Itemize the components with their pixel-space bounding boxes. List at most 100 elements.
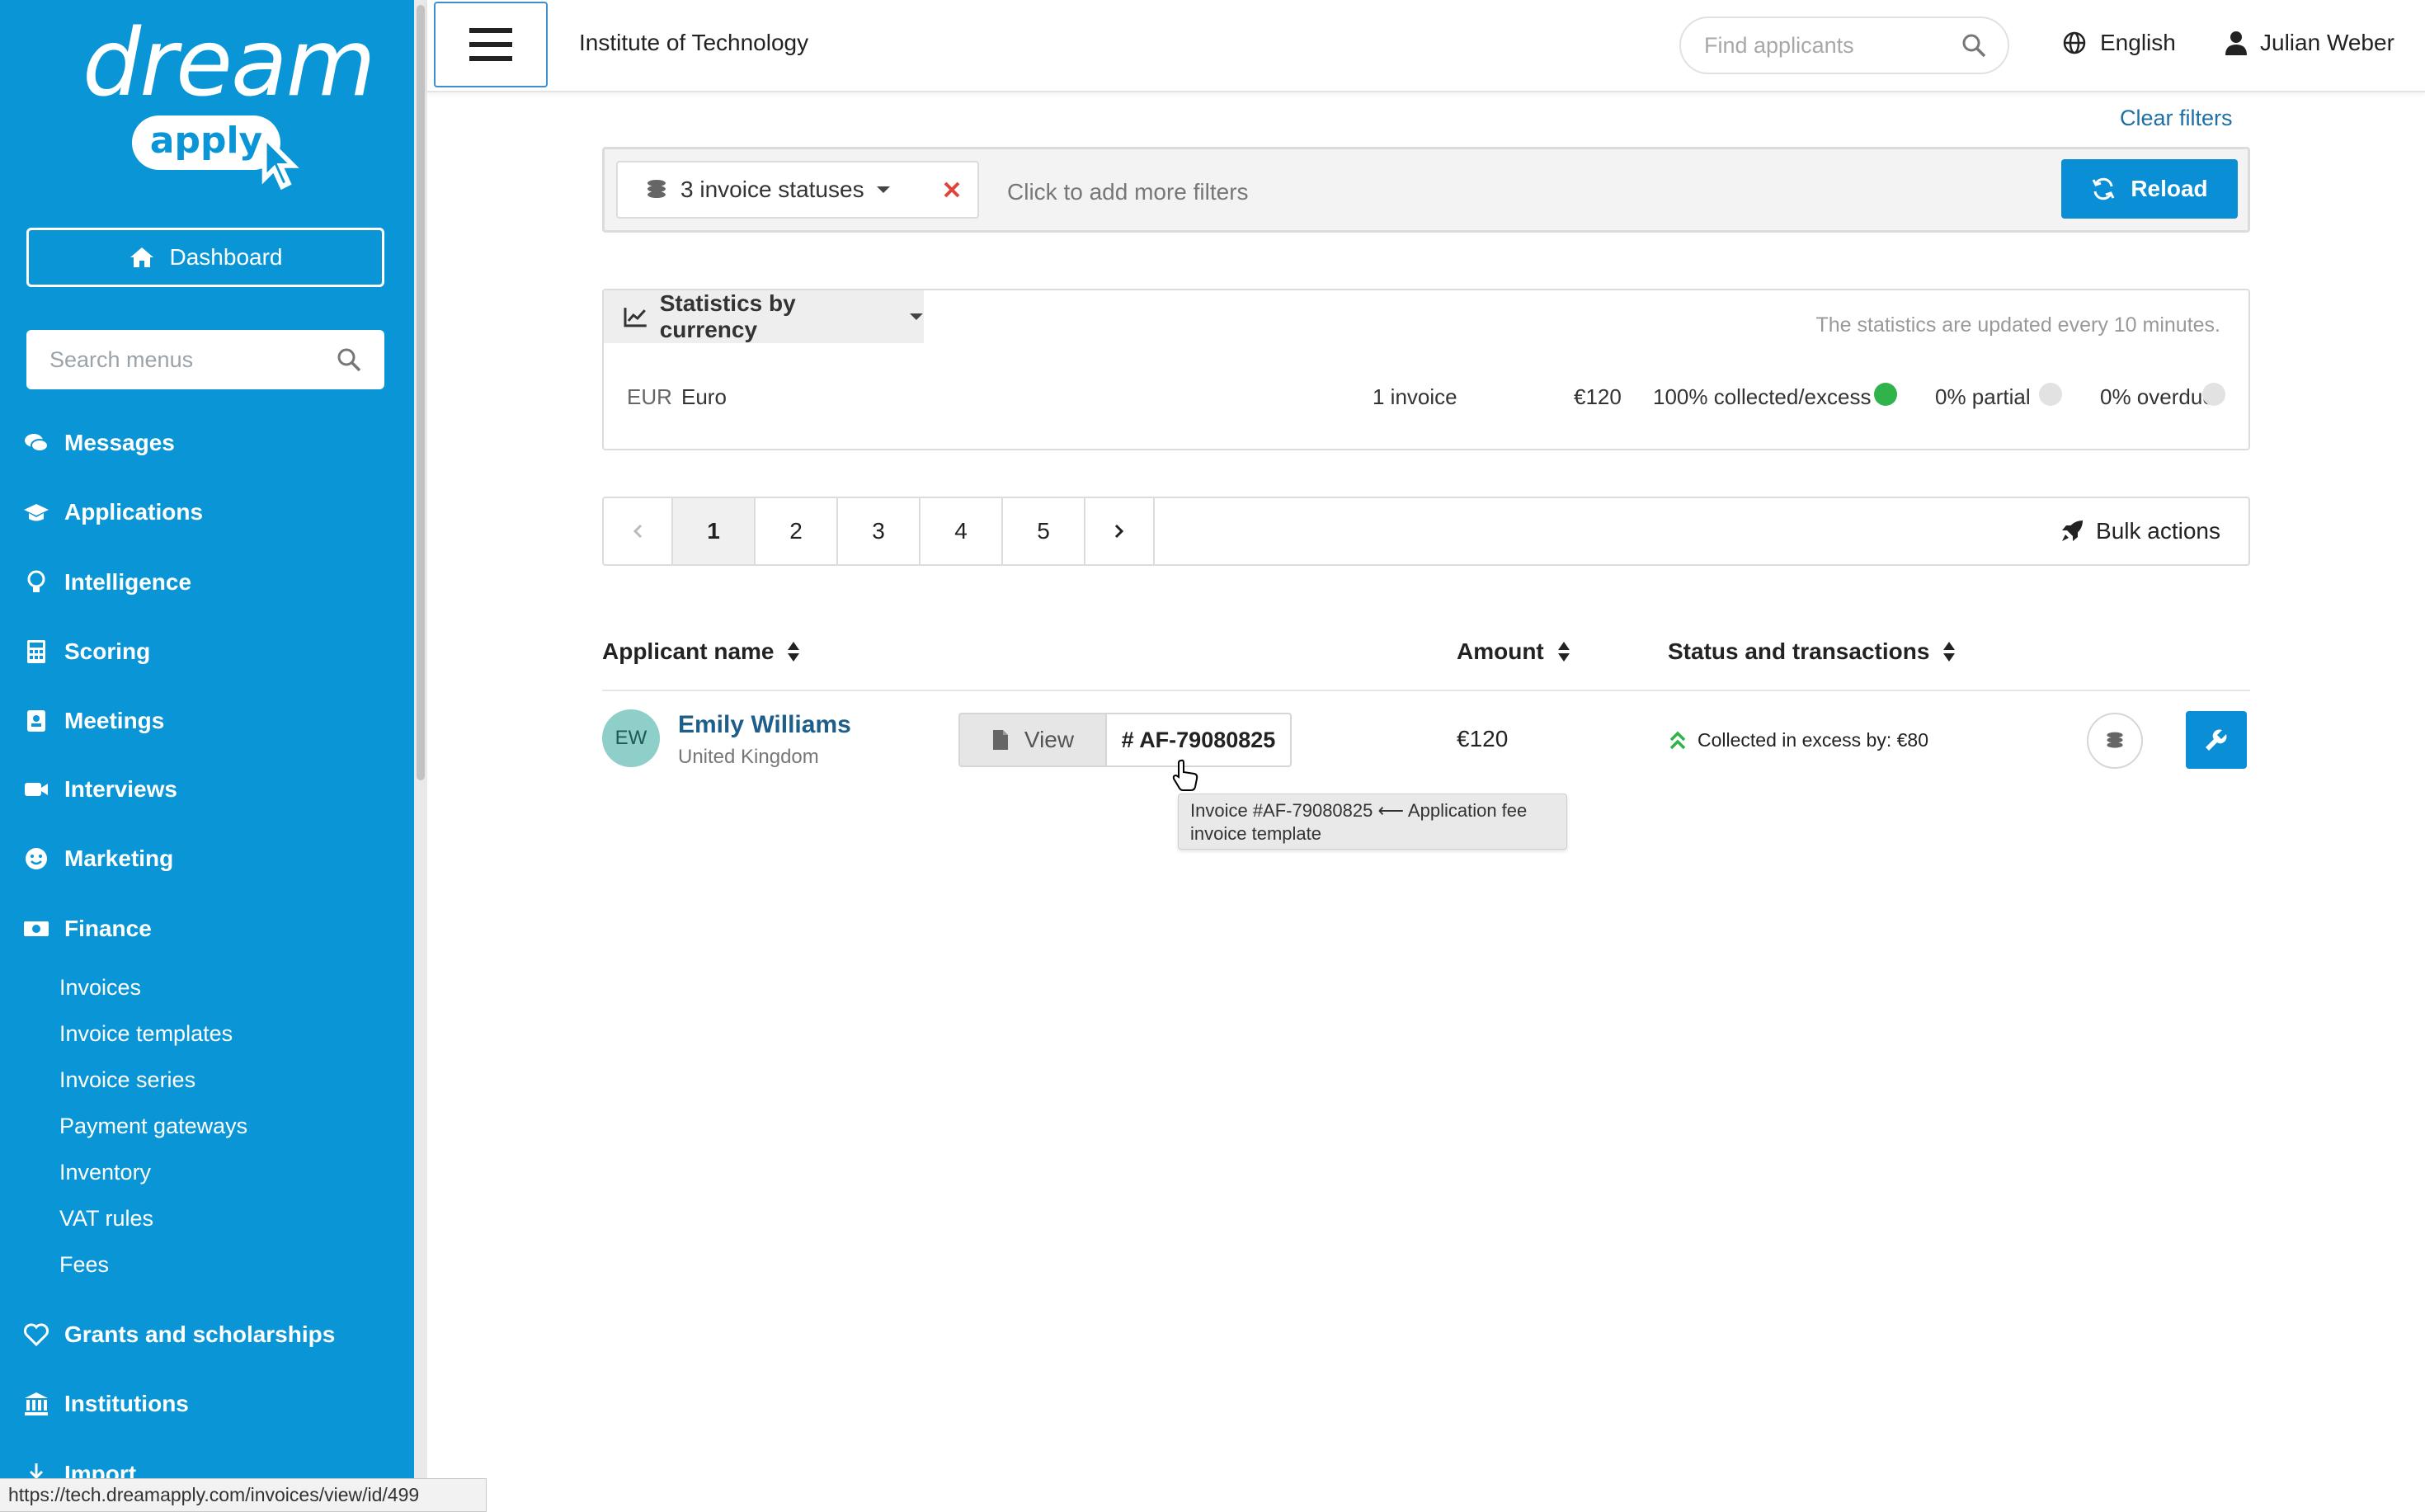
sidebar-item-interviews[interactable]: Interviews: [23, 770, 177, 809]
dashboard-label: Dashboard: [169, 244, 283, 270]
add-filter-input[interactable]: Click to add more filters: [1007, 179, 1249, 205]
sidebar-item-marketing[interactable]: Marketing: [23, 839, 173, 878]
sidebar-item-applications[interactable]: Applications: [23, 492, 203, 532]
pagination-bar: 1 2 3 4 5 Bulk actions: [602, 497, 2250, 566]
sidebar-item-grants[interactable]: Grants and scholarships: [23, 1315, 335, 1354]
double-chevron-up-icon: [1669, 731, 1686, 749]
user-menu[interactable]: Julian Weber: [2225, 30, 2394, 56]
overdue-percent: 0% overdue: [2100, 384, 2215, 409]
pointer-cursor-icon: [1172, 759, 1198, 791]
collected-status-dot: [1874, 383, 1897, 406]
stats-update-note: The statistics are updated every 10 minu…: [1815, 313, 2220, 337]
column-header-amount[interactable]: Amount: [1457, 638, 1570, 665]
bulk-actions-button[interactable]: Bulk actions: [2060, 518, 2220, 544]
edit-invoice-button[interactable]: [2186, 711, 2247, 769]
globe-icon: [2063, 31, 2086, 54]
sidebar-item-institutions[interactable]: Institutions: [23, 1384, 189, 1424]
sidebar-item-label: Interviews: [64, 776, 177, 802]
applicant-name-link[interactable]: Emily Williams: [678, 711, 851, 739]
column-header-label: Amount: [1457, 638, 1544, 664]
column-header-status[interactable]: Status and transactions: [1668, 638, 1956, 665]
stats-row: EUR Euro 1 invoice €120 100% collected/e…: [627, 381, 2227, 414]
sidebar-item-messages[interactable]: Messages: [23, 423, 175, 463]
sidebar-subitem-inventory[interactable]: Inventory: [59, 1156, 151, 1189]
search-menus-input[interactable]: [49, 346, 313, 373]
page-5-button[interactable]: 5: [1003, 498, 1085, 564]
sidebar-item-label: Grants and scholarships: [64, 1321, 336, 1347]
next-page-button[interactable]: [1085, 498, 1155, 564]
user-name: Julian Weber: [2260, 30, 2394, 55]
language-selector[interactable]: English: [2062, 30, 2176, 56]
hamburger-icon: [469, 28, 512, 61]
invoice-tooltip: Invoice #AF-79080825 ⟵ Application fee i…: [1178, 794, 1567, 850]
applicant-country: United Kingdom: [678, 746, 819, 768]
sidebar-item-label: Marketing: [64, 845, 174, 871]
sort-icon: [1943, 642, 1956, 662]
remove-filter-button[interactable]: [926, 161, 979, 219]
sidebar: dream apply Dashboard Messages Applicati…: [0, 0, 414, 1512]
search-menus-box: [26, 330, 384, 389]
file-icon: [992, 730, 1008, 750]
column-header-applicant-name[interactable]: Applicant name: [602, 638, 800, 665]
invoice-count: 1 invoice: [1373, 384, 1457, 409]
sidebar-item-meetings[interactable]: Meetings: [23, 701, 164, 741]
coins-icon: [647, 180, 666, 198]
video-icon: [25, 783, 48, 796]
prev-page-button[interactable]: [604, 498, 673, 564]
caret-down-icon: [910, 313, 924, 320]
page-1-button[interactable]: 1: [673, 498, 756, 564]
partial-status-dot: [2039, 383, 2062, 406]
close-icon: [944, 181, 960, 198]
scrollbar-thumb[interactable]: [417, 5, 425, 780]
user-icon: [2225, 31, 2247, 55]
partial-percent: 0% partial: [1935, 384, 2031, 409]
statistics-panel: Statistics by currency The statistics ar…: [602, 289, 2250, 450]
comments-icon: [25, 434, 49, 452]
sidebar-subitem-invoices[interactable]: Invoices: [59, 971, 141, 1004]
sidebar-subitem-invoice-templates[interactable]: Invoice templates: [59, 1017, 233, 1050]
currency-code: EUR: [627, 384, 672, 409]
status-text: Collected in excess by: €80: [1698, 729, 1928, 751]
search-icon[interactable]: [337, 347, 361, 372]
page-4-button[interactable]: 4: [921, 498, 1003, 564]
dashboard-button[interactable]: Dashboard: [26, 228, 384, 287]
search-icon[interactable]: [1961, 33, 1986, 58]
page-3-button[interactable]: 3: [838, 498, 921, 564]
sidebar-item-scoring[interactable]: Scoring: [23, 632, 150, 671]
sidebar-subitem-invoice-series[interactable]: Invoice series: [59, 1063, 195, 1096]
status-bar-url: https://tech.dreamapply.com/invoices/vie…: [0, 1478, 487, 1512]
dreamapply-logo[interactable]: dream apply: [82, 10, 376, 191]
sidebar-item-intelligence[interactable]: Intelligence: [23, 563, 191, 602]
university-icon: [25, 1392, 48, 1415]
top-bar: Institute of Technology English Julian W…: [427, 0, 2425, 92]
page-2-button[interactable]: 2: [756, 498, 838, 564]
caret-down-icon: [876, 186, 890, 193]
menu-toggle-button[interactable]: [434, 2, 548, 87]
view-invoice-button[interactable]: View: [958, 713, 1107, 767]
invoice-status-filter-dropdown[interactable]: 3 invoice statuses: [616, 161, 928, 219]
coins-icon: [2107, 732, 2123, 748]
row-amount: €120: [1457, 726, 1509, 751]
reload-button[interactable]: Reload: [2061, 159, 2238, 219]
sidebar-item-label: Scoring: [64, 638, 151, 664]
language-label: English: [2100, 30, 2176, 55]
sidebar-item-label: Finance: [64, 916, 152, 941]
sidebar-item-finance[interactable]: Finance: [23, 909, 152, 949]
sidebar-item-label: Applications: [64, 499, 204, 525]
transactions-button[interactable]: [2087, 713, 2143, 769]
stats-tab-label: Statistics by currency: [659, 290, 796, 342]
column-header-label: Status and transactions: [1668, 638, 1930, 664]
clear-filters-link[interactable]: Clear filters: [2120, 106, 2233, 131]
rocket-icon: [2062, 520, 2084, 541]
money-bill-icon: [24, 921, 49, 936]
institution-title[interactable]: Institute of Technology: [579, 30, 808, 56]
home-icon: [129, 247, 153, 267]
sidebar-subitem-payment-gateways[interactable]: Payment gateways: [59, 1109, 247, 1142]
sidebar-subitem-vat-rules[interactable]: VAT rules: [59, 1202, 153, 1235]
sidebar-scrollbar[interactable]: [414, 0, 427, 1512]
chart-line-icon: [624, 308, 647, 327]
find-applicants-input[interactable]: [1704, 32, 1952, 59]
sidebar-subitem-fees[interactable]: Fees: [59, 1248, 109, 1281]
statistics-by-currency-dropdown[interactable]: Statistics by currency: [604, 290, 924, 343]
wrench-icon: [2206, 729, 2227, 751]
